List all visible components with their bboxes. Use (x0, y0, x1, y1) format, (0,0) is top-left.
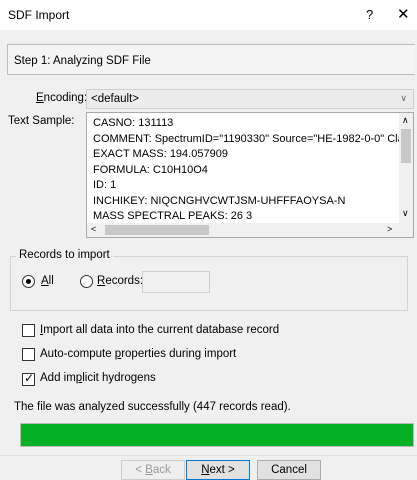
chevron-down-icon: ∨ (400, 93, 407, 103)
text-sample-line: EXACT MASS: 194.057909 (93, 148, 228, 160)
vertical-scroll-thumb[interactable] (401, 129, 411, 163)
checkmark-icon: ✓ (24, 371, 35, 385)
auto-compute-checkbox[interactable] (22, 348, 35, 361)
import-all-label[interactable]: Import all data into the current databas… (40, 324, 279, 336)
scroll-right-icon[interactable]: > (387, 224, 392, 234)
radio-all[interactable] (22, 275, 35, 288)
close-button[interactable]: ✕ (397, 5, 410, 23)
text-sample-line: ID: 1 (93, 179, 117, 191)
text-sample-line: INCHIKEY: NIQCNGHVCWTJSM-UHFFFAOYSA-N (93, 194, 346, 207)
add-hydrogens-checkbox[interactable]: ✓ (22, 371, 35, 386)
import-all-checkbox[interactable] (22, 324, 35, 337)
text-sample-line: COMMENT: SpectrumID="1190330" Source="HE… (93, 132, 414, 145)
radio-dot (26, 279, 31, 284)
cancel-button[interactable]: Cancel (257, 460, 321, 480)
text-sample-label: Text Sample: (8, 115, 75, 127)
radio-all-label[interactable]: All (41, 275, 54, 287)
scroll-left-icon[interactable]: < (91, 224, 96, 234)
footer-divider (0, 455, 417, 456)
encoding-select[interactable]: <default> ∨ (86, 89, 414, 109)
step-panel: Step 1: Analyzing SDF File (0, 30, 417, 88)
radio-records-label[interactable]: Records: (97, 275, 143, 287)
radio-records[interactable] (80, 275, 93, 288)
text-sample-line: CASNO: 131113 (93, 117, 174, 129)
auto-compute-label[interactable]: Auto-compute properties during import (40, 348, 236, 360)
back-button[interactable]: < Back (121, 460, 185, 480)
records-count-input[interactable] (142, 271, 210, 293)
vertical-scrollbar[interactable]: ∧ ∨ (399, 113, 413, 223)
text-sample-box[interactable]: CASNO: 131113 COMMENT: SpectrumID="119033… (86, 112, 414, 238)
scroll-up-icon[interactable]: ∧ (402, 115, 409, 126)
next-button[interactable]: Next > (186, 460, 250, 480)
horizontal-scrollbar[interactable]: < > (87, 223, 401, 237)
status-text: The file was analyzed successfully (447 … (14, 401, 291, 413)
text-sample-lines: CASNO: 131113 COMMENT: SpectrumID="119033… (93, 116, 414, 237)
text-sample-line: FORMULA: C10H10O4 (93, 163, 208, 176)
title-bar: SDF Import ? ✕ (0, 0, 417, 30)
scroll-corner (399, 223, 413, 237)
encoding-label: Encoding: (36, 92, 88, 104)
add-hydrogens-label[interactable]: Add implicit hydrogens (40, 372, 156, 384)
records-group-title: Records to import (16, 249, 113, 261)
help-button[interactable]: ? (366, 7, 373, 22)
progress-bar (20, 423, 414, 447)
progress-fill (21, 424, 413, 446)
step-label: Step 1: Analyzing SDF File (14, 55, 151, 67)
scroll-down-icon[interactable]: ∨ (402, 208, 409, 219)
window-title: SDF Import (8, 8, 70, 22)
encoding-value: <default> (91, 93, 139, 105)
horizontal-scroll-thumb[interactable] (105, 225, 209, 235)
